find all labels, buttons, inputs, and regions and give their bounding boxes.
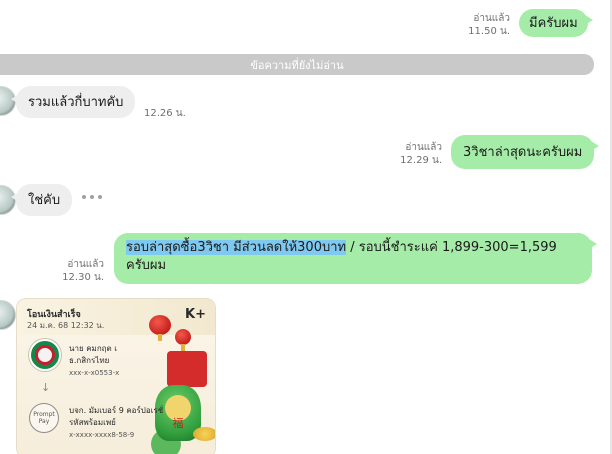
receiver-name: บจก. มัมเบอร์ 9 คอร์ปอเรชั่ bbox=[69, 406, 164, 415]
kasikorn-logo-icon bbox=[29, 339, 61, 371]
unread-divider: ข้อความที่ยังไม่อ่าน bbox=[0, 54, 594, 75]
receiver-label: รหัสพร้อมเพย์ bbox=[69, 418, 116, 427]
unread-divider-label: ข้อความที่ยังไม่อ่าน bbox=[250, 58, 344, 72]
chat-view: อ่านแล้ว 11.50 น. มีครับผม ข้อความที่ยัง… bbox=[0, 0, 612, 454]
message-meta: อ่านแล้ว 11.50 น. bbox=[440, 12, 510, 38]
transfer-slip-image[interactable]: โอนเงินสำเร็จ 24 ม.ค. 68 12:32 น. K+ นาย… bbox=[16, 298, 216, 454]
typing-dots-icon bbox=[82, 195, 102, 199]
read-status: อ่านแล้ว bbox=[473, 13, 510, 24]
sender-name: นาย คมกฤต เ bbox=[69, 344, 117, 353]
gift-box-icon bbox=[167, 351, 207, 387]
message-text: มีครับผม bbox=[529, 15, 578, 31]
contact-avatar[interactable] bbox=[0, 300, 16, 330]
outgoing-message[interactable]: รอบล่าสุดซื้อ3วิชา มีส่วนลดให้300บาท / ร… bbox=[114, 233, 597, 284]
incoming-message[interactable]: รวมแล้วกี่บาทคับ bbox=[10, 86, 136, 118]
receiver-account: x-xxxx-xxxx8-58-9 bbox=[69, 431, 135, 439]
message-time: 11.50 น. bbox=[468, 26, 510, 37]
sender-bank: ธ.กสิกรไทย bbox=[69, 356, 110, 365]
read-status: อ่านแล้ว bbox=[67, 259, 104, 270]
outgoing-message[interactable]: มีครับผม bbox=[519, 9, 593, 37]
message-time: 12.29 น. bbox=[400, 155, 442, 166]
message-time: 12.30 น. bbox=[62, 272, 104, 283]
gold-coins-icon bbox=[193, 427, 215, 441]
outgoing-message[interactable]: 3วิชาล่าสุดนะครับผม bbox=[451, 135, 600, 169]
read-status: อ่านแล้ว bbox=[405, 142, 442, 153]
lantern-icon bbox=[149, 315, 171, 341]
message-meta: อ่านแล้ว 12.29 น. bbox=[370, 141, 442, 167]
promptpay-logo-icon: Prompt Pay bbox=[29, 403, 59, 433]
slip-date: 24 ม.ค. 68 12:32 น. bbox=[27, 321, 105, 330]
arrow-down-icon: ↓ bbox=[41, 381, 51, 394]
lantern-icon bbox=[175, 329, 191, 351]
sender-account: xxx-x-x0553-x bbox=[69, 369, 120, 377]
kplus-logo-text: K+ bbox=[185, 307, 206, 322]
message-text: รวมแล้วกี่บาทคับ bbox=[28, 94, 124, 110]
kplus-logo: K+ bbox=[185, 307, 211, 329]
message-time: 12.26 น. bbox=[144, 108, 186, 119]
message-text: ใช่คับ bbox=[28, 192, 61, 208]
selected-text[interactable]: รอบล่าสุดซื้อ3วิชา มีส่วนลดให้300บาท bbox=[126, 240, 347, 255]
message-meta: อ่านแล้ว 12.30 น. bbox=[40, 258, 104, 284]
message-text[interactable]: รอบล่าสุดซื้อ3วิชา มีส่วนลดให้300บาท / ร… bbox=[126, 239, 580, 275]
message-text: 3วิชาล่าสุดนะครับผม bbox=[463, 144, 583, 160]
incoming-message[interactable]: ใช่คับ bbox=[10, 184, 73, 216]
